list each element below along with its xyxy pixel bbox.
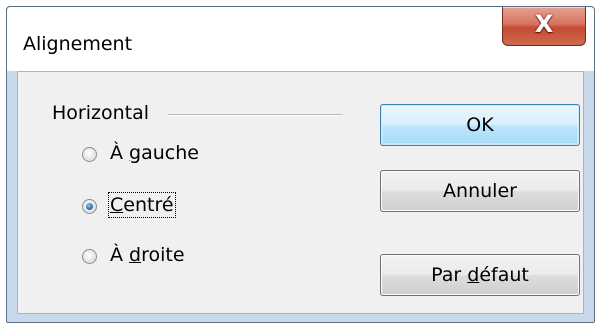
close-button[interactable]: X <box>502 7 586 46</box>
default-button[interactable]: Par défaut <box>380 254 580 296</box>
close-icon: X <box>534 10 554 38</box>
radio-icon-checked[interactable] <box>82 199 97 214</box>
dialog-body: Horizontal À gauche Centré À droite OK A… <box>17 71 584 314</box>
radio-icon[interactable] <box>82 147 97 162</box>
ok-button[interactable]: OK <box>380 104 580 146</box>
radio-label-center[interactable]: Centré <box>108 192 176 218</box>
title-bar[interactable]: Alignement X <box>7 7 594 71</box>
dialog-window: Alignement X Horizontal À gauche Centré … <box>6 6 595 323</box>
window-title: Alignement <box>23 33 133 55</box>
radio-icon[interactable] <box>82 249 97 264</box>
group-label-horizontal: Horizontal <box>52 102 156 124</box>
cancel-button[interactable]: Annuler <box>380 170 580 212</box>
radio-label-left[interactable]: À gauche <box>110 142 199 164</box>
group-divider <box>168 114 343 116</box>
radio-label-right[interactable]: À droite <box>110 244 185 266</box>
